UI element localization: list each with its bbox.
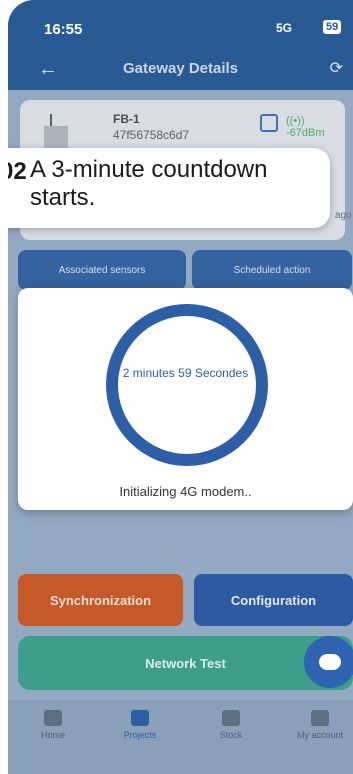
tab-projects[interactable]: Projects	[100, 710, 180, 740]
phone-screen: 16:55 5G 59 ← Gateway Details ⟳ FB-1 47f…	[8, 0, 353, 774]
status-bar: 16:55 5G 59	[8, 0, 353, 50]
device-id: 47f56758c6d7	[113, 128, 190, 142]
countdown-modal: 2 minutes 59 Secondes Initializing 4G mo…	[18, 288, 353, 510]
bottom-tab-bar: Home Projects Stock My account	[8, 700, 353, 774]
synchronization-button[interactable]: Synchronization	[18, 574, 183, 626]
battery-indicator: 59	[323, 20, 342, 34]
synchronization-label: Synchronization	[49, 592, 152, 608]
tooltip-step: 02	[8, 158, 27, 185]
tutorial-tooltip: 02 A 3-minute countdown starts.	[8, 148, 330, 228]
associated-sensors-label: Associated sensors	[58, 264, 146, 276]
briefcase-icon	[131, 710, 149, 726]
modal-message: Initializing 4G modem..	[119, 484, 252, 499]
rssi-value: -67dBm	[286, 127, 325, 139]
app-bar: ← Gateway Details ⟳	[8, 50, 353, 90]
tab-stock[interactable]: Stock	[191, 710, 271, 740]
associated-sensors-button[interactable]: Associated sensors	[18, 250, 186, 290]
tab-my-account[interactable]: My account	[280, 710, 353, 740]
scheduled-action-label: Scheduled action	[233, 264, 311, 276]
gateway-device-icon	[44, 114, 68, 148]
status-time: 16:55	[44, 21, 83, 38]
user-icon	[311, 710, 329, 726]
tab-home[interactable]: Home	[13, 710, 93, 740]
countdown-ring	[106, 304, 268, 466]
box-icon	[222, 710, 240, 726]
network-test-label: Network Test	[145, 655, 226, 671]
tab-label: Stock	[219, 730, 243, 740]
scheduled-action-button[interactable]: Scheduled action	[192, 250, 352, 290]
configuration-button[interactable]: Configuration	[194, 574, 353, 626]
device-name: FB-1	[113, 112, 140, 126]
signal-strength: ((•)) -67dBm	[286, 115, 325, 139]
chat-bubble-icon	[319, 654, 341, 670]
configuration-label: Configuration	[230, 592, 317, 608]
tab-label: My account	[296, 730, 344, 740]
network-test-button[interactable]: Network Test	[18, 636, 353, 690]
refresh-icon[interactable]: ⟳	[330, 58, 343, 78]
page-title: Gateway Details	[122, 60, 239, 77]
tab-label: Projects	[123, 730, 157, 740]
countdown-text: 2 minutes 59 Secondes	[122, 366, 249, 380]
last-seen: ago	[335, 210, 352, 221]
home-icon	[44, 710, 62, 726]
tooltip-text: A 3-minute countdown starts.	[30, 156, 268, 211]
edit-icon[interactable]	[260, 114, 278, 132]
tab-label: Home	[40, 730, 65, 740]
chat-fab[interactable]	[304, 636, 353, 688]
network-indicator: 5G	[276, 21, 293, 35]
